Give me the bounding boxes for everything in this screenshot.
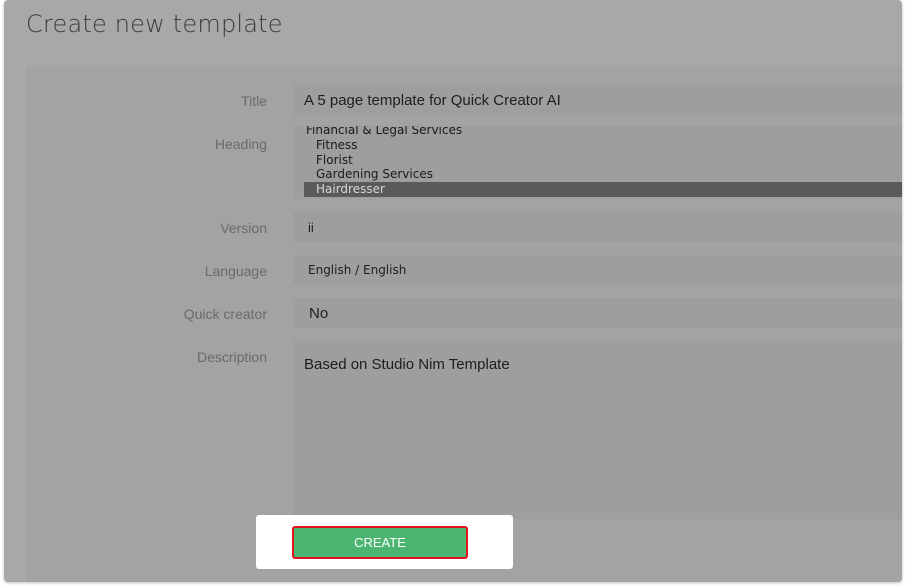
heading-option-selected[interactable]: Hairdresser xyxy=(304,182,902,197)
create-button-container: CREATE xyxy=(256,515,513,569)
description-textarea[interactable]: Based on Studio Nim Template xyxy=(293,341,902,519)
language-select[interactable]: English / English xyxy=(293,255,902,285)
description-label: Description xyxy=(196,349,267,365)
title-input[interactable]: A 5 page template for Quick Creator AI xyxy=(293,85,902,115)
heading-select[interactable]: Financial & Legal Services Fitness Flori… xyxy=(293,126,902,199)
dialog-title: Create new template xyxy=(26,10,283,38)
quick-creator-label: Quick creator xyxy=(183,306,267,322)
heading-option[interactable]: Gardening Services xyxy=(293,167,902,182)
quick-creator-select[interactable]: No xyxy=(293,298,902,328)
heading-label: Heading xyxy=(214,136,267,152)
heading-option[interactable]: Fitness xyxy=(293,138,902,153)
create-button[interactable]: CREATE xyxy=(292,526,468,559)
template-form: Title A 5 page template for Quick Creato… xyxy=(26,67,902,582)
version-label: Version xyxy=(220,220,267,236)
title-label: Title xyxy=(241,93,267,109)
version-select[interactable]: ii xyxy=(293,212,902,242)
language-label: Language xyxy=(204,263,267,279)
heading-option[interactable]: Florist xyxy=(293,153,902,168)
create-template-dialog: Create new template Title A 5 page templ… xyxy=(4,0,902,582)
heading-option-group[interactable]: Financial & Legal Services xyxy=(293,126,902,138)
